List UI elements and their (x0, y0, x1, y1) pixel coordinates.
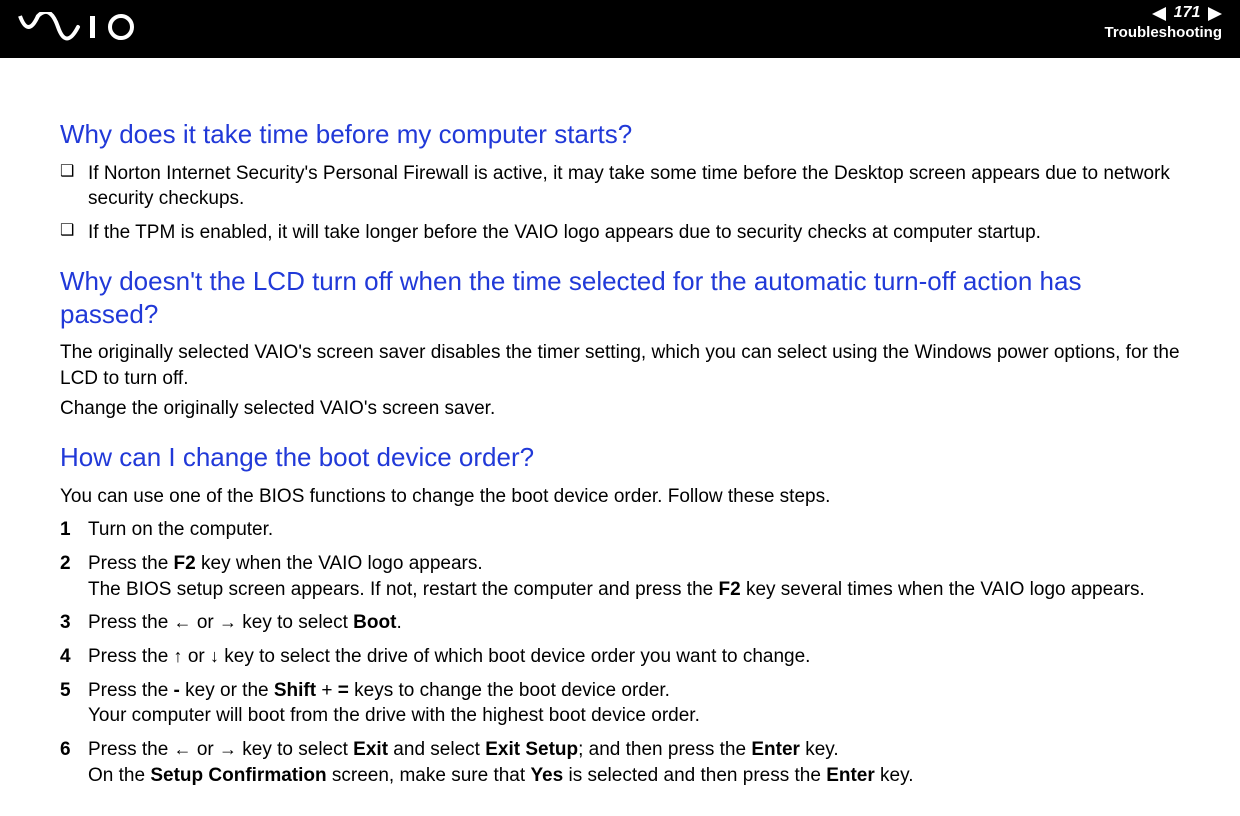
key-enter: Enter (751, 739, 800, 760)
t: is selected and then press the (563, 765, 826, 786)
question-3-title: How can I change the boot device order? (60, 441, 1180, 474)
up-arrow-icon: ↑ (174, 644, 183, 668)
next-page-icon[interactable] (1208, 7, 1222, 21)
key-setup-confirmation: Setup Confirmation (150, 765, 326, 786)
t: and select (388, 739, 485, 760)
t: or (192, 739, 219, 760)
list-item: 5 Press the - key or the Shift + = keys … (60, 678, 1180, 729)
step-number: 5 (60, 678, 88, 729)
section-title: Troubleshooting (1105, 24, 1223, 41)
t: Your computer will boot from the drive w… (88, 705, 700, 726)
right-arrow-icon: → (219, 610, 237, 634)
step-number: 4 (60, 644, 88, 670)
t: Press the (88, 739, 174, 760)
t: + (316, 680, 338, 701)
list-item: 1 Turn on the computer. (60, 517, 1180, 543)
list-item: 4 Press the ↑ or ↓ key to select the dri… (60, 644, 1180, 670)
t: screen, make sure that (327, 765, 531, 786)
left-arrow-icon: ← (174, 610, 192, 634)
down-arrow-icon: ↓ (210, 644, 219, 668)
question-2-title: Why doesn't the LCD turn off when the ti… (60, 265, 1180, 330)
key-shift: Shift (274, 680, 316, 701)
list-item: 3 Press the ← or → key to select Boot. (60, 610, 1180, 636)
list-item: ❑ If Norton Internet Security's Personal… (60, 161, 1180, 212)
page-content: Why does it take time before my computer… (0, 58, 1240, 816)
t: or (192, 612, 219, 633)
step-text: Press the ← or → key to select Exit and … (88, 737, 1180, 788)
t: key to select (237, 739, 353, 760)
t: key when the VAIO logo appears. (196, 553, 483, 574)
key-boot: Boot (353, 612, 396, 633)
step-text: Press the ← or → key to select Boot. (88, 610, 1180, 636)
step-number: 6 (60, 737, 88, 788)
step-text: Press the ↑ or ↓ key to select the drive… (88, 644, 1180, 670)
left-arrow-icon: ← (174, 737, 192, 761)
t: Press the (88, 680, 174, 701)
question-2-para2: Change the originally selected VAIO's sc… (60, 396, 1180, 422)
bullet-text: If Norton Internet Security's Personal F… (88, 161, 1180, 212)
vaio-logo (18, 12, 148, 47)
key-exit: Exit (353, 739, 388, 760)
bullet-text: If the TPM is enabled, it will take long… (88, 220, 1180, 246)
right-arrow-icon: → (219, 737, 237, 761)
list-item: 6 Press the ← or → key to select Exit an… (60, 737, 1180, 788)
t: keys to change the boot device order. (349, 680, 670, 701)
prev-page-icon[interactable] (1152, 7, 1166, 21)
t: On the (88, 765, 150, 786)
t: key to select (237, 612, 353, 633)
bullet-icon: ❑ (60, 161, 88, 212)
list-item: 2 Press the F2 key when the VAIO logo ap… (60, 551, 1180, 602)
t: Press the (88, 553, 174, 574)
t: key to select the drive of which boot de… (219, 646, 810, 667)
key-exit-setup: Exit Setup (485, 739, 578, 760)
question-3-intro: You can use one of the BIOS functions to… (60, 484, 1180, 510)
t: Press the (88, 612, 174, 633)
t: Press the (88, 646, 174, 667)
key-equals: = (338, 680, 349, 701)
t: key several times when the VAIO logo app… (741, 579, 1145, 600)
step-number: 2 (60, 551, 88, 602)
list-item: ❑ If the TPM is enabled, it will take lo… (60, 220, 1180, 246)
t: key. (800, 739, 839, 760)
key-enter: Enter (826, 765, 875, 786)
step-number: 3 (60, 610, 88, 636)
question-1-bullets: ❑ If Norton Internet Security's Personal… (60, 161, 1180, 246)
t: or (183, 646, 210, 667)
key-yes: Yes (530, 765, 563, 786)
step-text: Press the - key or the Shift + = keys to… (88, 678, 1180, 729)
question-1-title: Why does it take time before my computer… (60, 118, 1180, 151)
t: key. (875, 765, 914, 786)
question-2-para1: The originally selected VAIO's screen sa… (60, 340, 1180, 391)
key-f2: F2 (719, 579, 741, 600)
t: key or the (180, 680, 274, 701)
step-text: Press the F2 key when the VAIO logo appe… (88, 551, 1180, 602)
page-header: 171 Troubleshooting (0, 0, 1240, 58)
t: The BIOS setup screen appears. If not, r… (88, 579, 719, 600)
question-3-steps: 1 Turn on the computer. 2 Press the F2 k… (60, 517, 1180, 788)
page-number: 171 (1174, 4, 1201, 21)
bullet-icon: ❑ (60, 220, 88, 246)
step-number: 1 (60, 517, 88, 543)
page-nav: 171 Troubleshooting (1105, 4, 1223, 41)
step-text: Turn on the computer. (88, 517, 1180, 543)
t: ; and then press the (578, 739, 751, 760)
key-f2: F2 (174, 553, 196, 574)
t: . (396, 612, 401, 633)
